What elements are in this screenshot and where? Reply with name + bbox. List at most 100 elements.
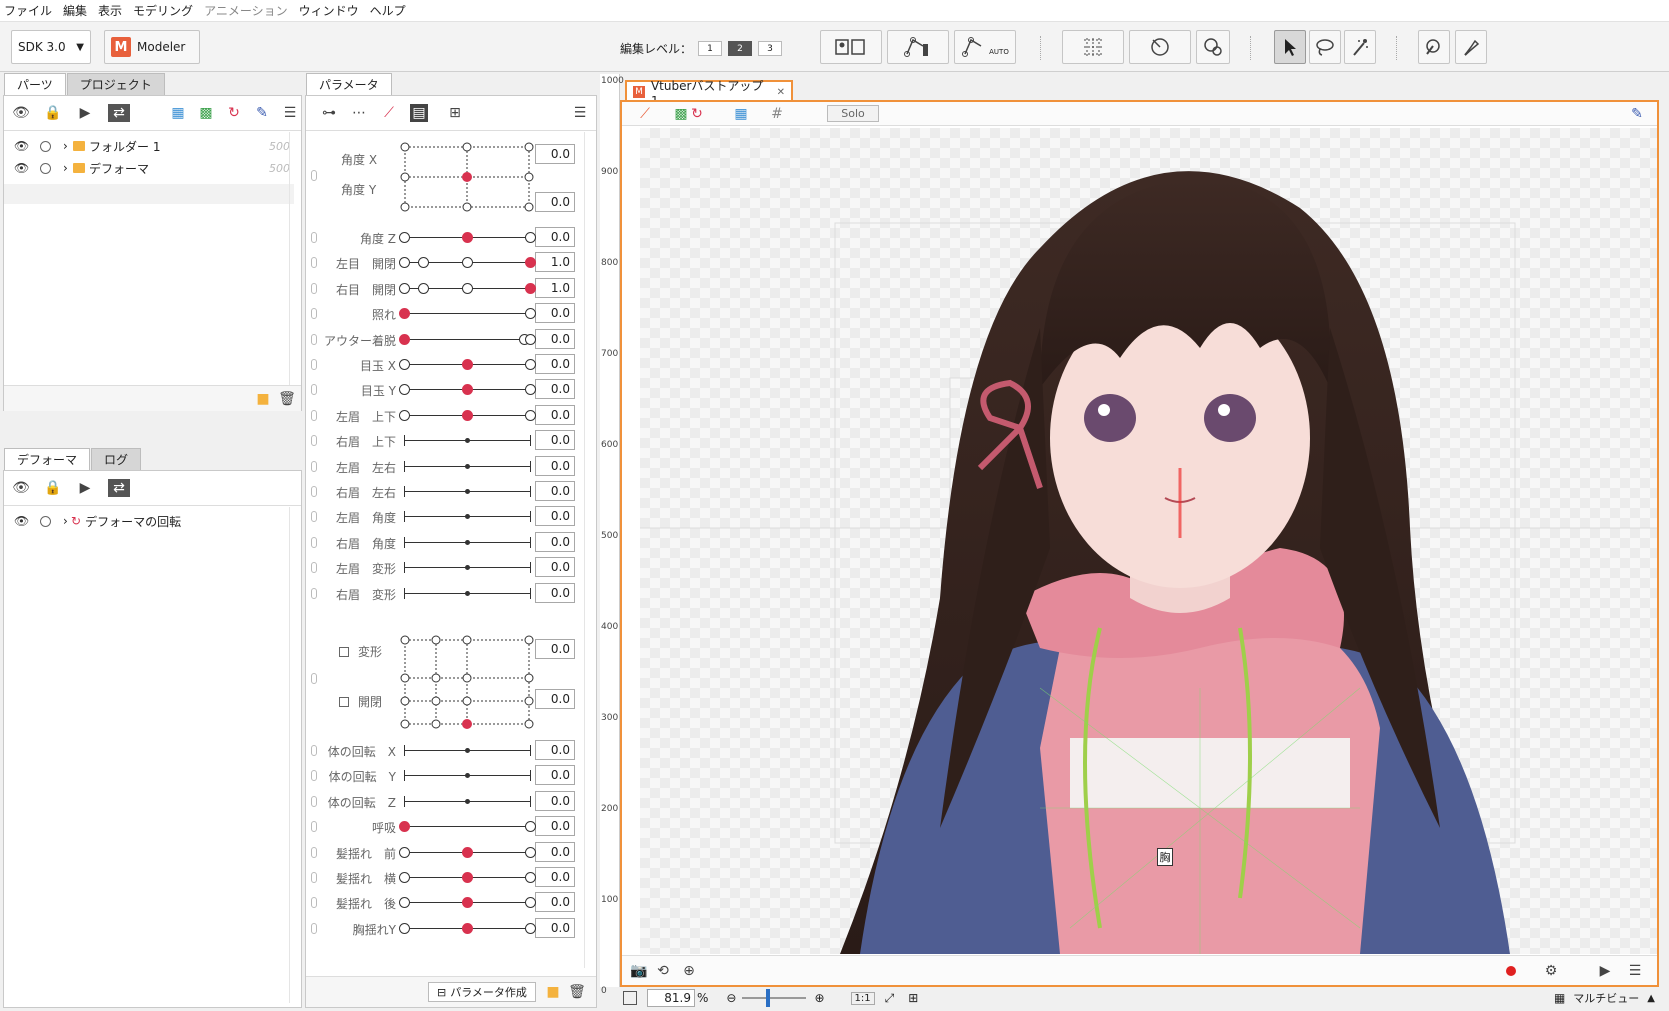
- param-add-keys-icon[interactable]: ⋯: [350, 104, 368, 122]
- param-key[interactable]: [525, 922, 536, 934]
- param-current-key[interactable]: [399, 821, 410, 833]
- zoom-in-icon[interactable]: ⊕: [814, 991, 824, 1005]
- param-grid-icon[interactable]: ⊞: [446, 104, 464, 122]
- param-value[interactable]: 0.0: [535, 455, 575, 476]
- checkbox-deform[interactable]: [339, 647, 349, 657]
- menu-item[interactable]: モデリング: [133, 2, 193, 19]
- param-current-key[interactable]: [462, 872, 473, 883]
- eye-icon[interactable]: 👁: [14, 161, 34, 175]
- close-icon[interactable]: ✕: [777, 87, 785, 98]
- param-slider-thumb[interactable]: [465, 514, 470, 520]
- menu-item[interactable]: 表示: [98, 2, 122, 19]
- param-key[interactable]: [399, 846, 410, 858]
- mesh-display-icon[interactable]: ⟋: [636, 105, 654, 123]
- param-value[interactable]: 0.0: [535, 430, 575, 451]
- param-current-key[interactable]: [462, 897, 473, 909]
- param-add-key-icon[interactable]: ⊶: [320, 104, 338, 122]
- param-row[interactable]: 左眉 左右 0.0: [305, 453, 584, 480]
- part-label-chest[interactable]: 胸: [1157, 848, 1173, 866]
- zoom-slider-thumb[interactable]: [766, 989, 771, 1007]
- fit-icon[interactable]: ⤢: [885, 991, 895, 1006]
- param-value[interactable]: 0.0: [535, 227, 575, 247]
- zoom-slider[interactable]: [742, 989, 807, 1007]
- tree-item-deformer[interactable]: 👁 › デフォーマ 500: [14, 158, 294, 178]
- arttool-button[interactable]: [1418, 30, 1450, 64]
- menu-item[interactable]: アニメーション: [204, 2, 288, 19]
- edit-level-2[interactable]: 2: [728, 41, 753, 56]
- lock-icon[interactable]: 🔒: [44, 104, 62, 122]
- param-value[interactable]: 0.0: [535, 481, 575, 501]
- param-value[interactable]: 0.0: [535, 354, 575, 374]
- param-value[interactable]: 0.0: [535, 404, 575, 425]
- menu-item[interactable]: 編集: [63, 2, 87, 19]
- chevron-right-icon[interactable]: ›: [63, 161, 73, 175]
- pen-tool-button[interactable]: [1455, 30, 1487, 64]
- swap-icon[interactable]: ⇄: [108, 479, 130, 497]
- lasso-select-button[interactable]: [1309, 30, 1341, 64]
- param-key[interactable]: [525, 232, 536, 243]
- canvas-viewport[interactable]: ⟋ ▩ ↻ ▦ # Solo ✎ 胸 📷 ⟲ ⊕ ⚙ ▶ ☰: [620, 100, 1659, 987]
- param-row[interactable]: 胸揺れY 0.0: [305, 915, 584, 942]
- lock-icon[interactable]: 🔒: [44, 479, 62, 497]
- param-row[interactable]: 髪揺れ 前 0.0: [305, 839, 584, 866]
- param-row[interactable]: 左眉 上下 0.0: [305, 402, 584, 429]
- param-key[interactable]: [399, 359, 410, 370]
- param-row[interactable]: 目玉 Y 0.0: [305, 376, 584, 403]
- create-parameter-button[interactable]: ⊟ パラメータ作成: [428, 982, 536, 1002]
- eye-icon[interactable]: 👁: [14, 139, 34, 153]
- param-slider-track[interactable]: [404, 826, 530, 828]
- param-current-key[interactable]: [462, 384, 473, 396]
- param-row[interactable]: 目玉 X 0.0: [305, 351, 584, 378]
- one-to-one-button[interactable]: 1:1: [850, 991, 875, 1005]
- param-key[interactable]: [399, 384, 410, 396]
- param-open-value[interactable]: 0.0: [535, 689, 575, 709]
- solo-button[interactable]: Solo: [827, 105, 879, 122]
- pen-icon[interactable]: ✎: [253, 104, 271, 122]
- param-angle-y-value[interactable]: 0.0: [535, 192, 575, 212]
- scrollbar[interactable]: [584, 132, 594, 968]
- param-current-key[interactable]: [399, 308, 410, 320]
- param-row[interactable]: 髪揺れ 横 0.0: [305, 864, 584, 891]
- param-key[interactable]: [525, 872, 536, 883]
- param-row[interactable]: 右眉 上下 0.0: [305, 427, 584, 454]
- template-tool-button[interactable]: [820, 30, 882, 64]
- brush-select-button[interactable]: [1344, 30, 1376, 64]
- param-key[interactable]: [417, 282, 429, 294]
- record-icon[interactable]: [1506, 966, 1516, 976]
- param-key[interactable]: [462, 282, 473, 294]
- tab-parts[interactable]: パーツ: [4, 73, 66, 95]
- fit-frame-icon[interactable]: [623, 991, 637, 1005]
- param-current-key[interactable]: [462, 846, 473, 858]
- eye-icon[interactable]: 👁: [12, 479, 30, 497]
- param-key[interactable]: [525, 409, 536, 421]
- param-2d-grid[interactable]: [400, 142, 535, 212]
- param-current-key[interactable]: [462, 922, 473, 934]
- new-folder-icon[interactable]: ■: [254, 390, 272, 408]
- glue-tool-button[interactable]: [1196, 30, 1230, 64]
- scrollbar[interactable]: [289, 507, 299, 1003]
- trash-icon[interactable]: 🗑: [568, 983, 586, 1001]
- param-row[interactable]: 体の回転 Z 0.0: [305, 788, 584, 815]
- param-value[interactable]: 0.0: [535, 917, 575, 938]
- swap-icon[interactable]: ⇄: [108, 104, 130, 122]
- camera-add-icon[interactable]: ⊕: [680, 962, 698, 980]
- mesh-edit-button[interactable]: [887, 30, 949, 64]
- gear-icon[interactable]: ⚙: [1542, 962, 1560, 980]
- parts-grid-icon[interactable]: ▩: [197, 104, 215, 122]
- camera-icon[interactable]: 📷: [630, 962, 648, 980]
- rotation-deformer-icon[interactable]: ↻: [225, 104, 243, 122]
- param-row[interactable]: 髪揺れ 後 0.0: [305, 889, 584, 916]
- param-row[interactable]: 呼吸 0.0: [305, 813, 584, 840]
- eye-icon[interactable]: 👁: [14, 514, 34, 528]
- param-current-key[interactable]: [462, 359, 473, 370]
- grid-toggle-icon[interactable]: #: [768, 105, 786, 123]
- trash-icon[interactable]: 🗑: [278, 390, 296, 408]
- canvas-area[interactable]: 胸: [640, 128, 1657, 954]
- param-slider-thumb[interactable]: [465, 773, 470, 779]
- edit-level-1[interactable]: 1: [698, 41, 723, 56]
- param-row[interactable]: 左眉 変形 0.0: [305, 554, 584, 581]
- param-2d-grid[interactable]: [400, 635, 535, 729]
- play-circle-icon[interactable]: ▶: [76, 104, 94, 122]
- menu-icon[interactable]: ☰: [281, 104, 299, 122]
- param-value[interactable]: 1.0: [535, 277, 575, 298]
